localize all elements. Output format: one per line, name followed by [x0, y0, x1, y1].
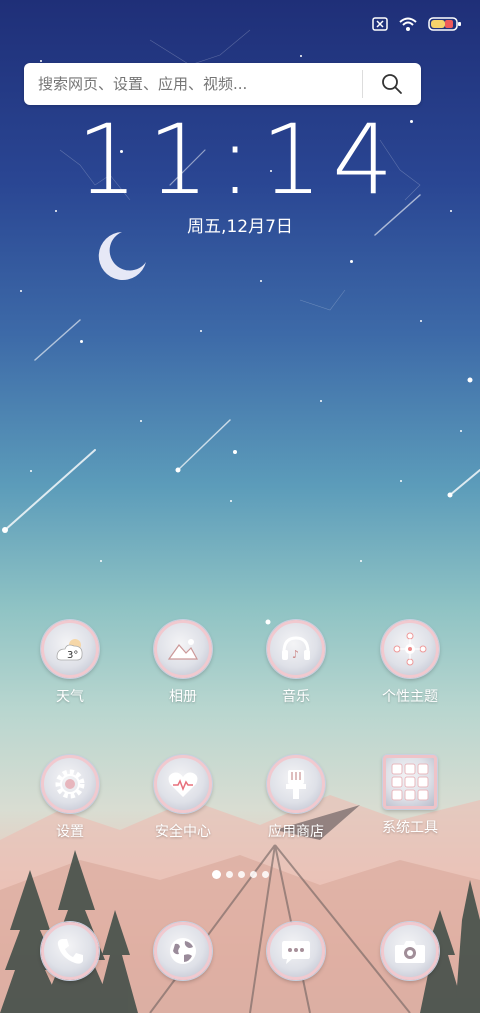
wifi-icon: [399, 17, 417, 31]
app-label: 系统工具: [382, 820, 438, 836]
svg-text:3°: 3°: [67, 650, 78, 661]
app-weather[interactable]: 3° 天气: [15, 620, 125, 706]
page-dot[interactable]: [225, 871, 233, 878]
app-label: 设置: [56, 824, 84, 840]
search-bar[interactable]: [24, 63, 421, 105]
moon-icon: [98, 232, 146, 280]
dock-browser[interactable]: [128, 922, 238, 980]
page-dot[interactable]: [237, 871, 245, 878]
search-icon: [382, 74, 402, 94]
app-label: 应用商店: [268, 824, 324, 840]
app-label: 安全中心: [155, 824, 211, 840]
page-dot[interactable]: [261, 871, 269, 878]
app-tools-folder[interactable]: 系统工具: [355, 755, 465, 837]
search-input[interactable]: [24, 74, 362, 94]
clock-date[interactable]: 周五,12月7日: [0, 212, 480, 237]
messages-icon: [267, 922, 325, 980]
app-label: 相册: [169, 689, 197, 705]
app-music[interactable]: ♪ 音乐: [241, 620, 351, 706]
app-themes[interactable]: 个性主题: [355, 620, 465, 706]
app-label: 音乐: [282, 689, 310, 705]
phone-icon: [41, 922, 99, 980]
dock-phone[interactable]: [15, 922, 125, 980]
music-icon: ♪: [267, 620, 325, 678]
gallery-icon: [154, 620, 212, 678]
gear-icon: [41, 755, 99, 813]
browser-globe-icon: [154, 922, 212, 980]
battery-icon: [428, 17, 461, 31]
camera-icon: [381, 922, 439, 980]
app-store[interactable]: 应用商店: [241, 755, 351, 841]
app-label: 天气: [56, 689, 84, 705]
svg-text:♪: ♪: [292, 648, 299, 661]
page-indicator[interactable]: [0, 870, 480, 879]
app-security[interactable]: 安全中心: [128, 755, 238, 841]
themes-icon: [381, 620, 439, 678]
app-gallery[interactable]: 相册: [128, 620, 238, 706]
clock-time[interactable]: 11:14: [0, 112, 480, 208]
page-dot[interactable]: [249, 871, 257, 878]
sim-missing-icon: [372, 17, 388, 31]
search-button[interactable]: [363, 63, 421, 105]
security-heart-icon: [154, 755, 212, 813]
weather-icon: 3°: [41, 620, 99, 678]
tools-folder-icon: [383, 755, 437, 809]
app-label: 个性主题: [382, 689, 438, 705]
dock-camera[interactable]: [355, 922, 465, 980]
app-settings[interactable]: 设置: [15, 755, 125, 841]
app-store-icon: [267, 755, 325, 813]
status-bar: [372, 14, 462, 34]
page-dot[interactable]: [211, 870, 221, 879]
dock-messages[interactable]: [241, 922, 351, 980]
